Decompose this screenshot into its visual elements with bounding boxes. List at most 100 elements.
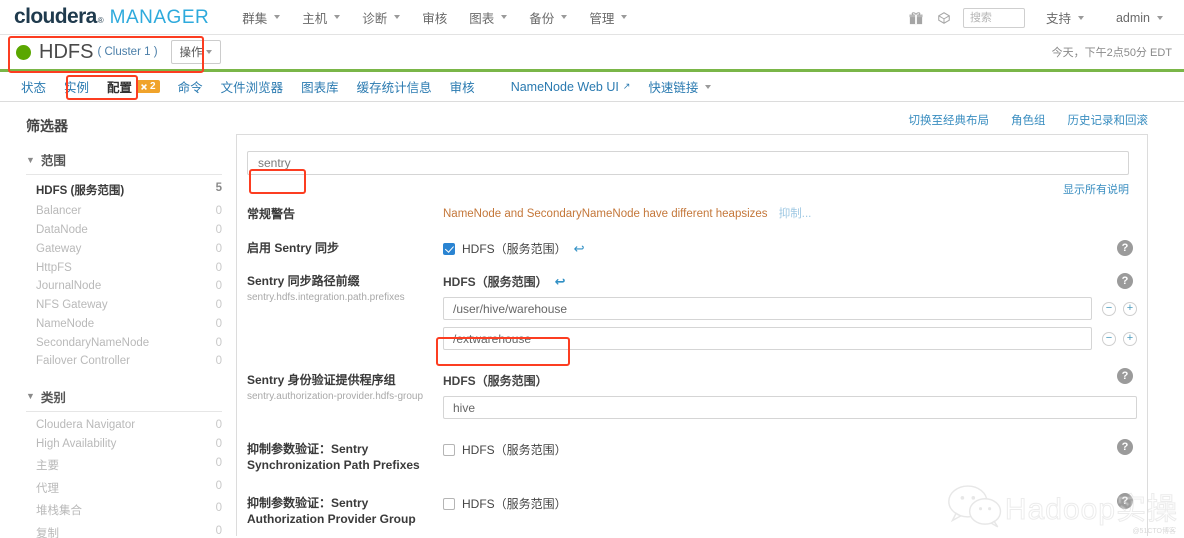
filter-item-label: 复制 xyxy=(36,528,59,538)
remove-path-button-0[interactable]: − xyxy=(1102,301,1116,316)
global-search-input[interactable] xyxy=(962,7,1025,28)
config-label-property: sentry.authorization-provider.hdfs-group xyxy=(247,391,424,402)
add-path-button-1[interactable]: + xyxy=(1123,331,1137,346)
undo-icon[interactable]: ↩ xyxy=(555,275,566,288)
help-icon[interactable]: ? xyxy=(1117,368,1133,384)
suppress-path-prefixes-checkbox[interactable] xyxy=(443,443,455,456)
filter-item-label: HDFS (服务范围) xyxy=(36,185,125,198)
filter-item-gateway[interactable]: Gateway 0 xyxy=(26,239,222,258)
warning-cross-icon xyxy=(141,83,148,90)
support-menu[interactable]: 支持 xyxy=(1035,4,1095,31)
add-path-button-0[interactable]: + xyxy=(1123,301,1137,316)
filter-group-category-header[interactable]: ▼ 类别 xyxy=(26,387,222,412)
show-all-descriptions-link[interactable]: 显示所有说明 xyxy=(1063,184,1129,196)
config-label-block: 启用 Sentry 同步 xyxy=(247,240,443,257)
tab-quick-links[interactable]: 快速链接 xyxy=(639,74,720,99)
help-icon[interactable]: ? xyxy=(1117,493,1133,509)
config-label-block: Sentry 身份验证提供程序组 sentry.authorization-pr… xyxy=(247,372,443,419)
chevron-down-icon xyxy=(705,84,712,89)
filter-item-stacks-collection[interactable]: 堆栈集合 0 xyxy=(26,499,222,522)
config-scope-line: HDFS（服务范围） xyxy=(443,441,1137,458)
filter-item-namenode[interactable]: NameNode 0 xyxy=(26,314,222,333)
filter-item-label: HttpFS xyxy=(36,261,72,274)
remove-path-button-1[interactable]: − xyxy=(1102,331,1116,346)
tab-file-browser[interactable]: 文件浏览器 xyxy=(212,74,293,99)
tab-namenode-web-ui[interactable]: NameNode Web UI ↗ xyxy=(502,77,640,97)
config-scope-label: HDFS（服务范围） xyxy=(462,497,567,511)
nav-item-administration[interactable]: 管理 xyxy=(578,4,638,31)
filter-item-replication[interactable]: 复制 0 xyxy=(26,522,222,538)
filter-item-label: SecondaryNameNode xyxy=(36,336,150,349)
filter-item-secondarynamenode[interactable]: SecondaryNameNode 0 xyxy=(26,333,222,352)
filter-item-proxy[interactable]: 代理 0 xyxy=(26,476,222,499)
tab-audits[interactable]: 审核 xyxy=(441,74,484,99)
config-label-block: 抑制参数验证：Sentry Authorization Provider Gro… xyxy=(247,495,443,527)
help-icon[interactable]: ? xyxy=(1117,240,1133,256)
config-row-suppress-auth-provider-validation: 抑制参数验证：Sentry Authorization Provider Gro… xyxy=(237,481,1147,535)
config-label-title: 抑制参数验证：Sentry Synchronization Path Prefi… xyxy=(247,442,420,472)
tab-configuration[interactable]: 配置 2 xyxy=(98,74,169,99)
filter-item-httpfs[interactable]: HttpFS 0 xyxy=(26,258,222,277)
nav-item-clusters[interactable]: 群集 xyxy=(231,4,291,31)
config-scope-line: HDFS（服务范围） ↩ xyxy=(443,240,1137,257)
actions-button[interactable]: 操作 xyxy=(170,40,221,64)
path-prefix-stepper-1: − + xyxy=(1102,331,1137,346)
auth-provider-group-input[interactable] xyxy=(443,396,1137,419)
filter-item-balancer[interactable]: Balancer 0 xyxy=(26,202,222,221)
filter-item-count: 0 xyxy=(215,479,222,492)
role-groups-link[interactable]: 角色组 xyxy=(1011,112,1046,128)
suppress-warning-link[interactable]: 抑制... xyxy=(779,208,812,220)
filter-item-datanode[interactable]: DataNode 0 xyxy=(26,221,222,240)
tab-configuration-label: 配置 xyxy=(107,81,133,95)
parcel-icon[interactable] xyxy=(935,9,953,27)
help-icon[interactable]: ? xyxy=(1117,439,1133,455)
config-label-block: 抑制参数验证：Sentry Synchronization Path Prefi… xyxy=(247,441,443,473)
tab-commands-label: 命令 xyxy=(177,81,203,95)
filter-item-main[interactable]: 主要 0 xyxy=(26,453,222,476)
gift-icon[interactable] xyxy=(907,9,925,27)
tab-quick-links-label: 快速链接 xyxy=(648,81,699,95)
tab-instances[interactable]: 实例 xyxy=(55,74,98,99)
nav-item-charts[interactable]: 图表 xyxy=(458,4,518,31)
cluster-link[interactable]: ( Cluster 1 ) xyxy=(97,46,157,58)
config-scope-line: HDFS（服务范围） xyxy=(443,495,1137,512)
filter-item-label: DataNode xyxy=(36,223,88,236)
nav-item-audits[interactable]: 审核 xyxy=(411,4,458,31)
general-warning-text-wrap: NameNode and SecondaryNameNode have diff… xyxy=(443,205,1147,221)
filter-item-count: 0 xyxy=(215,502,222,515)
nav-item-diagnostics[interactable]: 诊断 xyxy=(351,4,411,31)
tab-cache-statistics[interactable]: 缓存统计信息 xyxy=(348,74,441,99)
filter-item-journalnode[interactable]: JournalNode 0 xyxy=(26,277,222,296)
filter-item-cloudera-navigator[interactable]: Cloudera Navigator 0 xyxy=(26,416,222,435)
history-and-rollback-link[interactable]: 历史记录和回滚 xyxy=(1068,112,1149,128)
config-row-suppress-path-prefixes-validation: 抑制参数验证：Sentry Synchronization Path Prefi… xyxy=(237,427,1147,481)
filter-item-nfs-gateway[interactable]: NFS Gateway 0 xyxy=(26,296,222,315)
switch-to-classic-layout-link[interactable]: 切换至经典布局 xyxy=(909,112,990,128)
tab-commands[interactable]: 命令 xyxy=(169,74,212,99)
filter-item-label: NameNode xyxy=(36,317,95,330)
help-icon[interactable]: ? xyxy=(1117,273,1133,289)
tab-charts-library[interactable]: 图表库 xyxy=(292,74,348,99)
filter-group-scope-header[interactable]: ▼ 范围 xyxy=(26,150,222,175)
tab-status[interactable]: 状态 xyxy=(12,74,55,99)
filter-item-hdfs-service-wide[interactable]: HDFS (服务范围) 5 xyxy=(26,179,222,202)
path-prefix-input-0[interactable] xyxy=(443,297,1092,320)
filter-item-label: NFS Gateway xyxy=(36,299,108,312)
nav-item-backup[interactable]: 备份 xyxy=(518,4,578,31)
filter-item-high-availability[interactable]: High Availability 0 xyxy=(26,435,222,454)
suppress-auth-provider-checkbox[interactable] xyxy=(443,497,455,510)
config-search-input[interactable] xyxy=(247,151,1129,175)
undo-icon[interactable]: ↩ xyxy=(574,242,585,255)
filter-item-label: Balancer xyxy=(36,205,82,218)
filter-item-count: 0 xyxy=(215,261,222,274)
user-menu[interactable]: admin xyxy=(1105,7,1174,29)
filter-item-label: Failover Controller xyxy=(36,355,130,368)
nav-item-hosts[interactable]: 主机 xyxy=(291,4,351,31)
cloudera-manager-logo[interactable]: cloudera ® MANAGER xyxy=(14,5,209,29)
filter-item-failover-controller[interactable]: Failover Controller 0 xyxy=(26,352,222,371)
page-body: 筛选器 ▼ 范围 HDFS (服务范围) 5 Balancer 0 DataNode… xyxy=(0,102,1184,538)
enable-sentry-sync-checkbox[interactable] xyxy=(443,242,455,255)
path-prefix-input-1[interactable] xyxy=(443,327,1092,350)
chevron-down-icon xyxy=(274,15,281,19)
path-prefix-input-row-2: − + xyxy=(443,327,1137,350)
